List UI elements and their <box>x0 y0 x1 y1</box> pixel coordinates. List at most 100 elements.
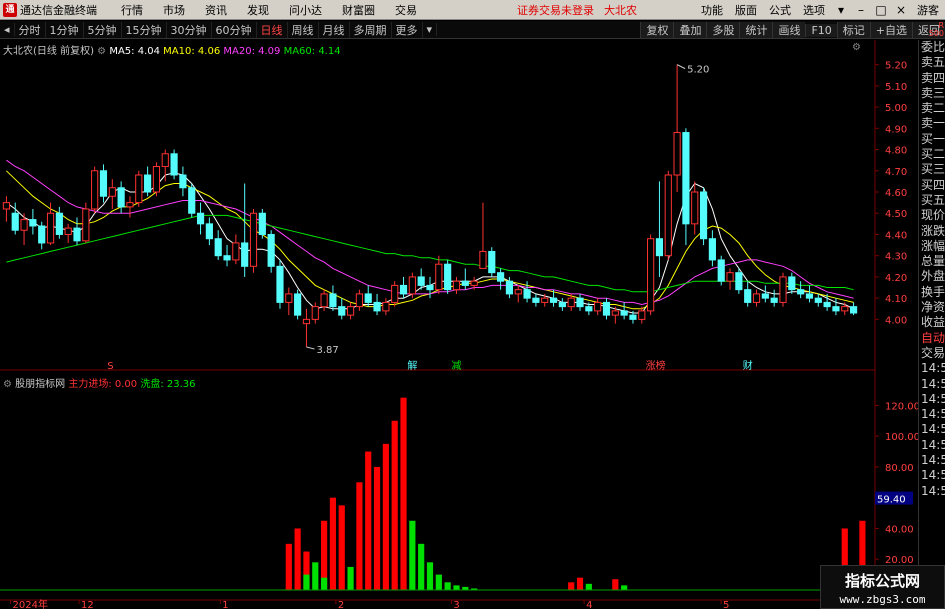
sidebar-item-26[interactable]: 14:56 <box>919 438 945 453</box>
chart-config-icon[interactable]: ⚙ <box>852 42 861 53</box>
candle-body <box>38 225 46 244</box>
adjust-button[interactable]: 复权 <box>640 22 674 38</box>
period-tab-1min[interactable]: 1分钟 <box>46 21 84 38</box>
toolbar-menu-icon[interactable]: ◂ <box>0 23 15 36</box>
period-tab-more[interactable]: 更多 <box>392 21 423 38</box>
candle-body <box>161 153 169 168</box>
candle-body <box>302 318 311 325</box>
sidebar-item-17[interactable]: 净资 <box>919 300 945 315</box>
candle-body <box>355 293 363 308</box>
high-price-label: 5.20 <box>687 65 709 76</box>
sidebar-item-4[interactable]: 卖二 <box>919 101 945 116</box>
lower-legend: ⚙ 股朋指标网 主力进场: 0.00 洗盘: 23.36 <box>3 375 196 390</box>
candle-body <box>435 263 443 291</box>
menu-item-discover[interactable]: 发现 <box>237 2 279 18</box>
sidebar-item-13[interactable]: 涨幅 <box>919 239 945 254</box>
sidebar-item-18[interactable]: 收益 <box>919 315 945 330</box>
menu-item-wealth[interactable]: 财富圈 <box>332 2 385 18</box>
candle-body <box>11 212 19 231</box>
candle-body <box>452 280 461 291</box>
candle-body <box>408 276 416 295</box>
candle-body <box>276 265 284 303</box>
period-tab-60min[interactable]: 60分钟 <box>212 21 257 38</box>
stats-button[interactable]: 统计 <box>739 22 773 38</box>
time-tick-label: 2 <box>338 600 344 609</box>
guest-label[interactable]: 游客 <box>911 2 945 18</box>
candle-body <box>708 238 716 261</box>
sidebar-item-22[interactable]: 14:56 <box>919 377 945 392</box>
period-tab-30min[interactable]: 30分钟 <box>167 21 212 38</box>
sidebar-item-6[interactable]: 买一 <box>919 132 945 147</box>
indicator-green-bar <box>303 574 310 590</box>
add-watchlist-button[interactable]: +自选 <box>869 22 912 38</box>
f10-button[interactable]: F10 <box>805 23 837 37</box>
minimize-icon[interactable]: – <box>851 3 871 17</box>
time-tick-label: 2024年 <box>13 598 48 609</box>
price-tick-label: 4.60 <box>885 188 907 199</box>
period-tab-monthly[interactable]: 月线 <box>319 21 350 38</box>
mark-button[interactable]: 标记 <box>836 22 870 38</box>
more-dropdown-icon[interactable]: ▾ <box>423 23 438 36</box>
candle-body <box>594 301 602 312</box>
watermark-title: 指标公式网 <box>844 572 920 590</box>
settings-gear-icon[interactable]: ⚙ <box>97 46 106 57</box>
menu-item-options[interactable]: 选项 <box>797 2 831 18</box>
sidebar-item-21[interactable]: 14:56 <box>919 361 945 376</box>
sidebar-item-29[interactable]: 14:56 <box>919 484 945 499</box>
menu-item-trade[interactable]: 交易 <box>385 2 427 18</box>
sidebar-item-24[interactable]: 14:56 <box>919 407 945 422</box>
multi-stock-button[interactable]: 多股 <box>706 22 740 38</box>
app-logo-icon: 通 <box>3 2 17 17</box>
candle-body <box>329 293 337 308</box>
period-tab-daily[interactable]: 日线 <box>257 21 288 38</box>
period-tab-5min[interactable]: 5分钟 <box>84 21 122 38</box>
menu-item-quotes[interactable]: 行情 <box>111 2 153 18</box>
sidebar-item-25[interactable]: 14:56 <box>919 422 945 437</box>
sidebar-item-7[interactable]: 买二 <box>919 147 945 162</box>
sidebar-item-2[interactable]: 卖四 <box>919 71 945 86</box>
time-tick-label: 5 <box>723 600 729 609</box>
sidebar-item-15[interactable]: 外盘 <box>919 269 945 284</box>
kline-chart[interactable]: 5.20 5.10 5.00 4.90 4.80 4.70 4.60 4.50 4.40 4.30… <box>0 40 918 609</box>
candle-body <box>426 284 434 291</box>
sidebar-item-27[interactable]: 14:56 <box>919 453 945 468</box>
sidebar-item-19[interactable]: 自动 <box>919 331 945 346</box>
dropdown-icon[interactable]: ▾ <box>831 3 851 17</box>
sidebar-item-23[interactable]: 14:56 <box>919 392 945 407</box>
price-tick-label: 4.10 <box>885 294 907 305</box>
sidebar-item-1[interactable]: 卖五 <box>919 55 945 70</box>
period-tab-intraday[interactable]: 分时 <box>15 21 46 38</box>
sidebar-item-9[interactable]: 买四 <box>919 178 945 193</box>
candle-body <box>196 212 205 225</box>
period-tab-multi[interactable]: 多周期 <box>350 21 392 38</box>
period-tab-weekly[interactable]: 周线 <box>288 21 319 38</box>
sidebar-item-5[interactable]: 卖一 <box>919 116 945 131</box>
sidebar-item-16[interactable]: 换手 <box>919 285 945 300</box>
sidebar-item-0[interactable]: 委比 <box>919 40 945 55</box>
indicator-green-bar <box>444 582 451 590</box>
candle-body <box>232 242 240 261</box>
menu-item-layout[interactable]: 版面 <box>729 2 763 18</box>
sidebar-item-12[interactable]: 涨跌 <box>919 224 945 239</box>
sidebar-item-14[interactable]: 总量 <box>919 254 945 269</box>
draw-button[interactable]: 画线 <box>772 22 806 38</box>
login-warning[interactable]: 证券交易未登录 <box>517 2 594 18</box>
menu-item-market[interactable]: 市场 <box>153 2 195 18</box>
overlay-button[interactable]: 叠加 <box>673 22 707 38</box>
sidebar-item-10[interactable]: 买五 <box>919 193 945 208</box>
sidebar-item-3[interactable]: 卖三 <box>919 86 945 101</box>
candle-body <box>664 174 672 257</box>
candle-body <box>655 238 664 257</box>
menu-item-formula[interactable]: 公式 <box>763 2 797 18</box>
sidebar-item-20[interactable]: 交易 <box>919 346 945 361</box>
menu-item-function[interactable]: 功能 <box>695 2 729 18</box>
menu-item-ask[interactable]: 问小达 <box>279 2 332 18</box>
close-icon[interactable]: × <box>891 3 911 17</box>
menu-item-news[interactable]: 资讯 <box>195 2 237 18</box>
maximize-icon[interactable]: □ <box>871 3 891 17</box>
period-tab-15min[interactable]: 15分钟 <box>122 21 167 38</box>
sidebar-item-8[interactable]: 买三 <box>919 162 945 177</box>
sidebar-item-28[interactable]: 14:56 <box>919 468 945 483</box>
sidebar-item-11[interactable]: 现价 <box>919 208 945 223</box>
indicator-settings-icon[interactable]: ⚙ <box>3 379 12 390</box>
